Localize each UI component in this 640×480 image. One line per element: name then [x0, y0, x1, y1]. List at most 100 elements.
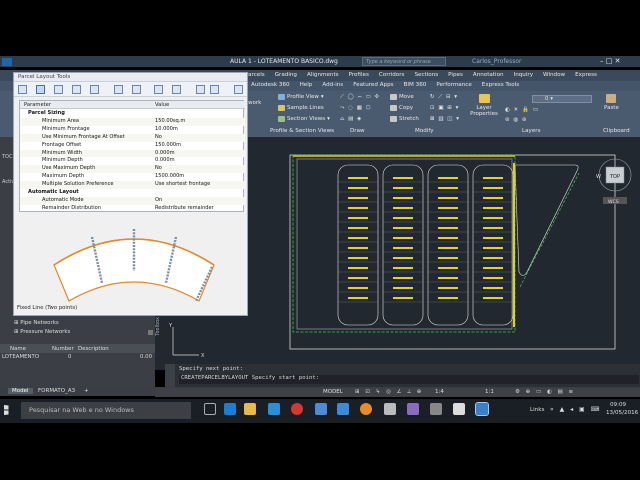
swing-line-icon[interactable]	[72, 85, 81, 94]
lot-label[interactable]	[393, 247, 413, 249]
lot-label[interactable]	[393, 297, 413, 299]
menu-express[interactable]: Express	[570, 70, 602, 81]
lot-label[interactable]	[393, 207, 413, 209]
grid-row[interactable]: Use Minimum Frontage At Offset No	[20, 133, 245, 142]
grid-param-value[interactable]: On	[155, 197, 162, 203]
undo-icon[interactable]	[196, 85, 205, 94]
grid-param-value[interactable]: 150.000m	[155, 142, 181, 148]
links-toolbar[interactable]: Links	[530, 407, 544, 413]
lot-label[interactable]	[393, 257, 413, 259]
lot-label[interactable]	[483, 237, 503, 239]
menu-window[interactable]: Window	[538, 70, 570, 81]
work-button[interactable]: work	[248, 100, 261, 106]
tree-item-pressure-networks[interactable]: ⊞ Pressure Networks	[14, 329, 70, 335]
lot-label[interactable]	[393, 197, 413, 199]
lot-label[interactable]	[393, 217, 413, 219]
lot-label[interactable]	[438, 287, 458, 289]
delete-icon[interactable]	[172, 85, 181, 94]
lot-label[interactable]	[348, 237, 368, 239]
draw-tools-row3[interactable]: ⌓ ▤ ◈	[340, 116, 362, 123]
lot-label[interactable]	[438, 187, 458, 189]
lot-label[interactable]	[348, 207, 368, 209]
lot-label[interactable]	[438, 177, 458, 179]
lot-label[interactable]	[483, 177, 503, 179]
layer-tools-row2[interactable]: ⊚ ◍ ⊛	[505, 117, 528, 123]
collapse-icon[interactable]	[234, 85, 243, 94]
paste-button[interactable]: Paste	[604, 94, 619, 111]
tab-featured-apps[interactable]: Featured Apps	[348, 81, 398, 91]
user-name[interactable]: Carlos_Professor	[472, 58, 522, 65]
lot-label[interactable]	[393, 287, 413, 289]
tab-autodesk-360[interactable]: Autodesk 360	[246, 81, 295, 91]
lot-label[interactable]	[483, 257, 503, 259]
grid-param-value[interactable]: 150.00sq.m	[155, 118, 185, 124]
col-header-name[interactable]: Name	[10, 346, 26, 352]
lot-label[interactable]	[483, 207, 503, 209]
lot-label[interactable]	[483, 227, 503, 229]
lot-label[interactable]	[438, 217, 458, 219]
menu-inquiry[interactable]: Inquiry	[509, 70, 538, 81]
pi-icon[interactable]	[132, 85, 141, 94]
vertex-icon[interactable]	[114, 85, 123, 94]
tray-icons[interactable]: » ▲ ◂ ▣ ⌨	[550, 406, 601, 413]
lot-label[interactable]	[483, 287, 503, 289]
profile-view-button[interactable]: Profile View ▾	[278, 94, 324, 100]
grid-param-value[interactable]: No	[155, 165, 162, 171]
grid-row[interactable]: Multiple Solution Preference Use shortest…	[20, 181, 245, 189]
grid-row[interactable]: Minimum Depth 0.000m	[20, 157, 245, 165]
app-icon-2[interactable]	[384, 403, 396, 415]
frontage-icon[interactable]	[90, 85, 99, 94]
lot-label[interactable]	[393, 267, 413, 269]
tab-performance[interactable]: Performance	[431, 81, 476, 91]
col-header-description[interactable]: Description	[78, 346, 109, 352]
menu-pipes[interactable]: Pipes	[443, 70, 468, 81]
slide-line-edit-icon[interactable]	[54, 85, 63, 94]
app-icon-3[interactable]	[407, 403, 419, 415]
store-icon[interactable]	[268, 403, 280, 415]
draw-tools-row2[interactable]: ⤳ ◌ ▦ ⬡	[340, 105, 371, 112]
app-icon-1[interactable]	[315, 403, 327, 415]
parcel-icon[interactable]	[18, 85, 27, 94]
lot-label[interactable]	[393, 177, 413, 179]
scale-value[interactable]: 1:4	[435, 389, 444, 395]
lot-label[interactable]	[348, 257, 368, 259]
menu-grading[interactable]: Grading	[270, 70, 302, 81]
tab-model[interactable]: Model	[8, 388, 33, 394]
lot-label[interactable]	[348, 277, 368, 279]
pick-icon[interactable]	[154, 85, 163, 94]
lot-label[interactable]	[438, 257, 458, 259]
grid-param-value[interactable]: 0.000m	[155, 157, 175, 163]
cmd-input[interactable]: CREATEPARCELBYLAYOUT Specify start point…	[179, 375, 639, 384]
clock-time[interactable]: 09:09	[610, 402, 626, 408]
lot-label[interactable]	[393, 187, 413, 189]
grid-row[interactable]: Maximum Depth 1500.000m	[20, 173, 245, 181]
menu-corridors[interactable]: Corridors	[374, 70, 410, 81]
layer-tools[interactable]: ◐ ☀ 🔒 ▭	[505, 107, 539, 113]
tree-item-pipe-networks[interactable]: ⊞ Pipe Networks	[14, 320, 59, 326]
tab-formato-a3[interactable]: FORMATO_A3	[34, 388, 79, 394]
task-view-icon[interactable]	[204, 403, 216, 415]
tab-express-tools[interactable]: Express Tools	[477, 81, 524, 91]
lot-label[interactable]	[348, 267, 368, 269]
lot-label[interactable]	[438, 237, 458, 239]
lot-label[interactable]	[438, 207, 458, 209]
add-layout-button[interactable]: +	[80, 388, 93, 394]
grid-row[interactable]: Automatic Mode On	[20, 196, 245, 205]
stretch-button[interactable]: Stretch	[390, 116, 419, 122]
lot-label[interactable]	[483, 217, 503, 219]
opera-icon[interactable]	[291, 403, 303, 415]
tab-bim-360[interactable]: BIM 360	[399, 81, 432, 91]
grid-row[interactable]: Use Maximum Depth No	[20, 165, 245, 174]
lot-label[interactable]	[348, 197, 368, 199]
lot-label[interactable]	[348, 217, 368, 219]
sample-lines-button[interactable]: Sample Lines	[278, 105, 324, 111]
menu-annotation[interactable]: Annotation	[468, 70, 509, 81]
lot-label[interactable]	[483, 267, 503, 269]
copy-button[interactable]: Copy	[390, 105, 413, 111]
grid-param-value[interactable]: 10.000m	[155, 126, 178, 132]
grid-param-value[interactable]: Redistribute remainder	[155, 205, 214, 211]
lot-label[interactable]	[393, 237, 413, 239]
lot-label[interactable]	[438, 197, 458, 199]
tree-scroll-indicator[interactable]	[148, 330, 153, 335]
viewcube[interactable]: TOP W WCS	[596, 158, 632, 205]
